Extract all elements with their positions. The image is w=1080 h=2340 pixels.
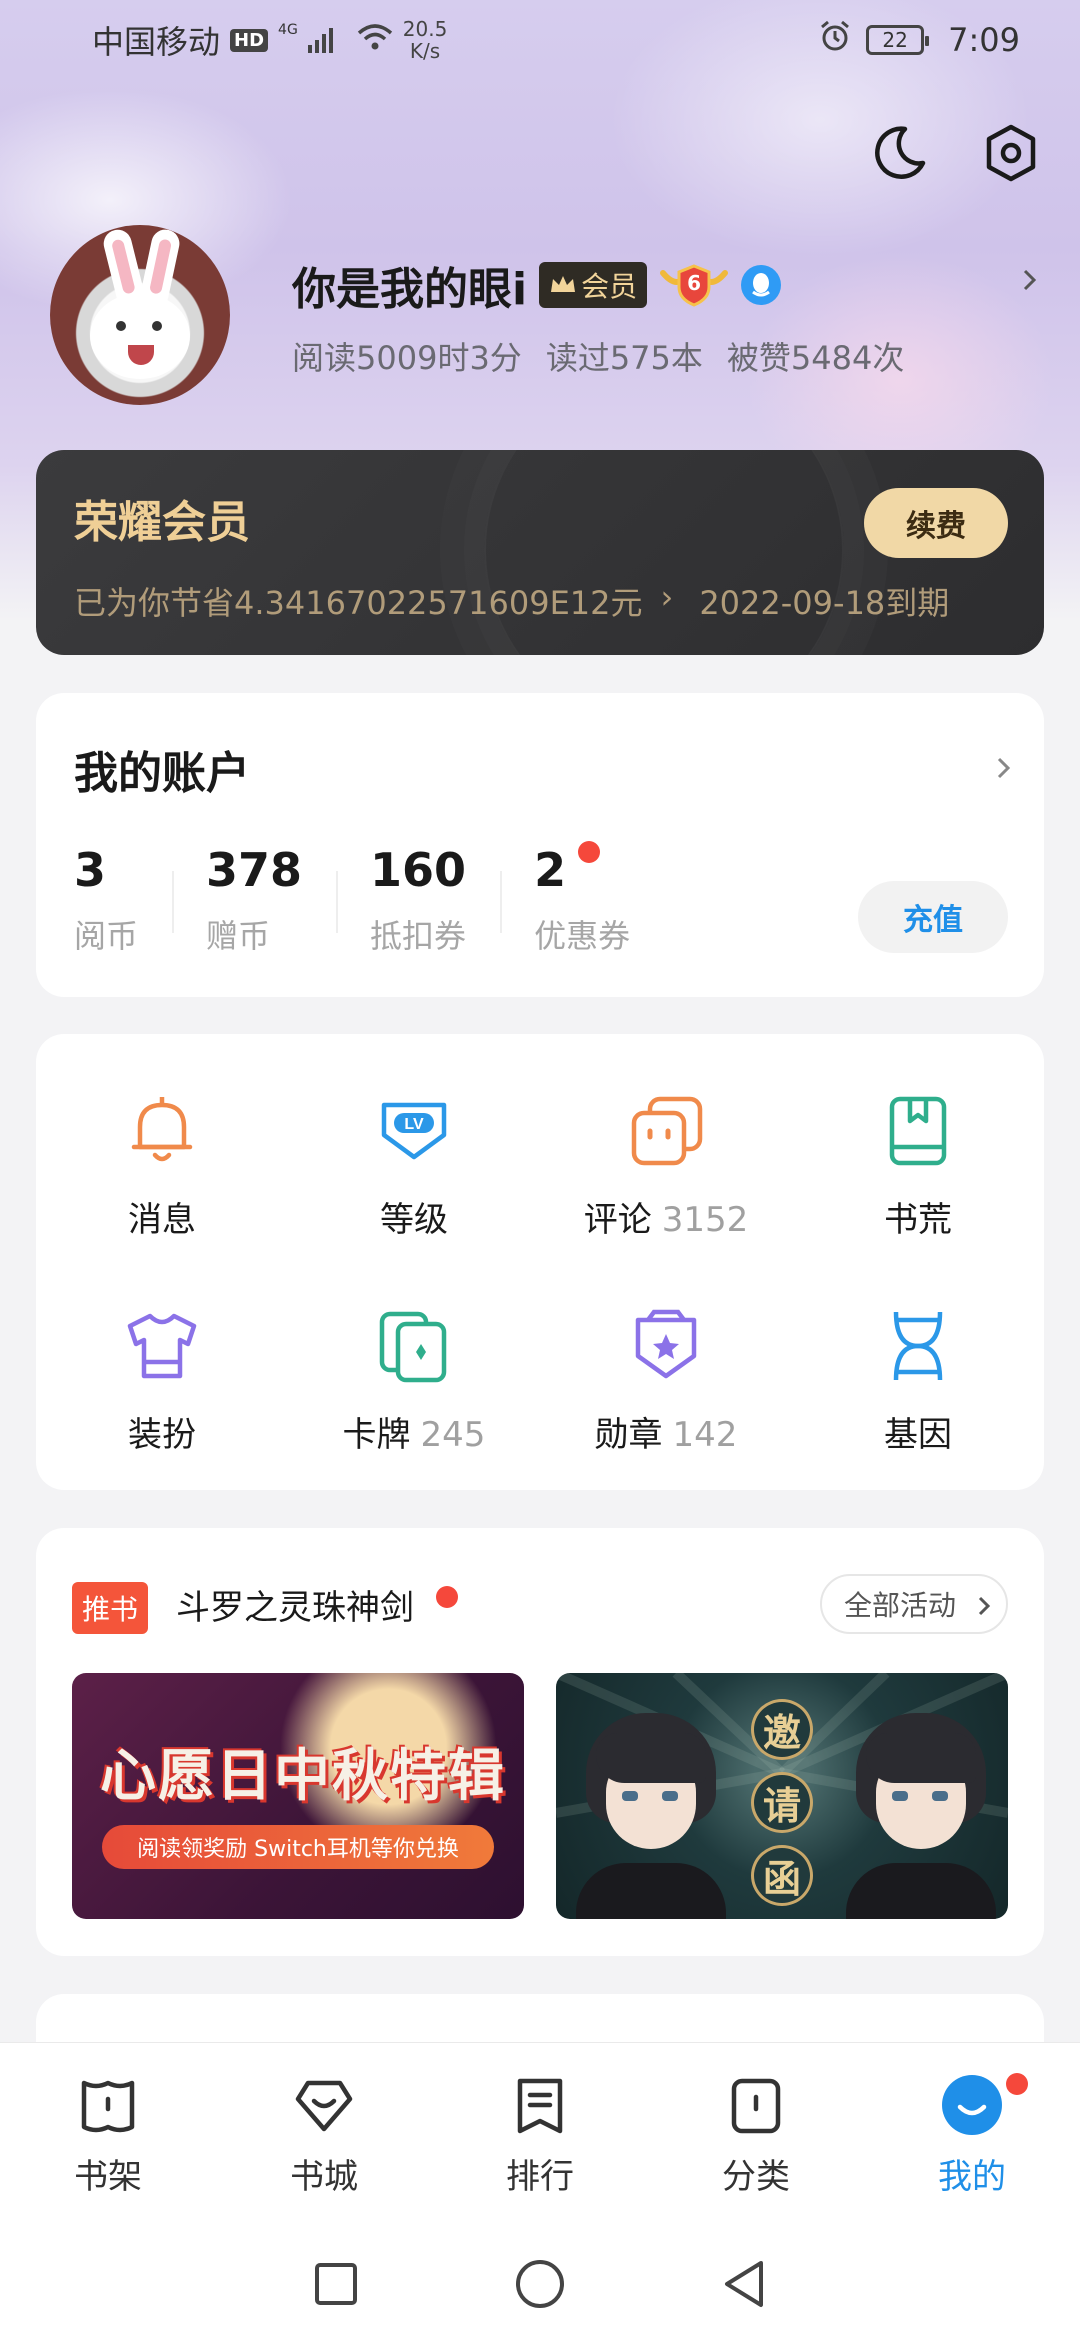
qq-icon bbox=[741, 265, 782, 305]
ranking-icon bbox=[517, 2078, 563, 2134]
stat-coupons[interactable]: 2 优惠券 bbox=[534, 841, 666, 957]
recharge-button[interactable]: 充值 bbox=[858, 881, 1008, 953]
bottom-tab-bar: 书架 书城 排行 分类 我的 bbox=[0, 2042, 1080, 2232]
grid-item-medals[interactable]: 勋章 142 bbox=[540, 1301, 792, 1456]
notification-dot bbox=[436, 1586, 458, 1608]
recommended-book-title[interactable]: 斗罗之灵珠神剑 bbox=[176, 1580, 414, 1629]
vip-arrow: › bbox=[660, 578, 674, 616]
avatar[interactable] bbox=[50, 225, 230, 405]
expire-date: 2022-09-18到期 bbox=[699, 584, 950, 622]
svg-text:LV: LV bbox=[404, 1116, 424, 1133]
vip-savings[interactable]: 已为你节省4.34167022571609E12元 › 2022-09-18到期 bbox=[74, 578, 1014, 624]
account-card: 我的账户 3 阅币 378 赠币 160 抵扣券 2 优惠券 充值 bbox=[36, 693, 1044, 997]
battery-indicator: 22 bbox=[866, 25, 930, 55]
stat-gift-coins[interactable]: 378 赠币 bbox=[206, 843, 339, 957]
notification-dot bbox=[578, 841, 601, 863]
level-badge: 6 bbox=[659, 263, 729, 307]
carrier-label: 中国移动 bbox=[92, 23, 221, 61]
back-button[interactable] bbox=[721, 2259, 767, 2313]
grid-item-level[interactable]: LV 等级 bbox=[288, 1086, 540, 1241]
chevron-right-icon[interactable] bbox=[1020, 265, 1040, 299]
chevron-right-icon[interactable] bbox=[994, 753, 1014, 787]
grid-item-cards[interactable]: 卡牌 245 bbox=[288, 1301, 540, 1456]
features-card: 消息 LV 等级 评论 3152 书荒 装扮 卡牌 245 勋章 142 基因 bbox=[36, 1034, 1044, 1490]
medal-icon bbox=[621, 1301, 711, 1391]
medal-count: 142 bbox=[672, 1415, 738, 1455]
bookshelf-icon bbox=[81, 2080, 135, 2133]
tab-bookshelf[interactable]: 书架 bbox=[0, 2043, 216, 2203]
status-bar: 中国移动 HD 4G 20.5 K/s 22 7:09 bbox=[0, 0, 1080, 80]
level-icon: LV bbox=[369, 1086, 459, 1176]
banner-title: 心愿日中秋特辑 bbox=[100, 1744, 506, 1809]
category-icon bbox=[731, 2078, 781, 2134]
stat-read-coins[interactable]: 3 阅币 bbox=[74, 843, 175, 957]
anime-character bbox=[576, 1713, 726, 1919]
comment-icon bbox=[621, 1086, 711, 1176]
system-navigation-bar bbox=[0, 2232, 1080, 2340]
clock: 7:09 bbox=[948, 21, 1020, 59]
all-activities-button[interactable]: 全部活动 bbox=[819, 1574, 1008, 1634]
night-mode-icon[interactable] bbox=[868, 122, 930, 184]
renew-button[interactable]: 续费 bbox=[864, 488, 1008, 558]
profile-tab-icon bbox=[942, 2075, 1002, 2135]
tab-bookstore[interactable]: 书城 bbox=[216, 2043, 432, 2203]
invitation-text: 邀 请 函 bbox=[742, 1699, 822, 1906]
banner-invitation[interactable]: 邀 请 函 bbox=[556, 1673, 1008, 1919]
vip-title: 荣耀会员 bbox=[74, 497, 250, 548]
anime-character bbox=[846, 1713, 996, 1919]
cards-icon bbox=[369, 1301, 459, 1391]
grid-item-comments[interactable]: 评论 3152 bbox=[540, 1086, 792, 1241]
reading-time: 阅读5009时3分 bbox=[292, 339, 522, 377]
username: 你是我的眼i bbox=[292, 264, 528, 315]
settings-icon[interactable] bbox=[980, 122, 1042, 184]
recommend-tag: 推书 bbox=[72, 1582, 149, 1634]
profile-stats: 阅读5009时3分 读过575本 被赞5484次 bbox=[292, 333, 904, 379]
card-count: 245 bbox=[420, 1415, 486, 1455]
home-button[interactable] bbox=[514, 2258, 566, 2314]
account-title[interactable]: 我的账户 bbox=[74, 737, 250, 801]
grid-item-book-shortage[interactable]: 书荒 bbox=[792, 1086, 1044, 1241]
dna-icon bbox=[873, 1301, 963, 1391]
notification-dot bbox=[1006, 2073, 1028, 2095]
book-icon bbox=[873, 1086, 963, 1176]
network-speed: 20.5 K/s bbox=[402, 17, 448, 63]
grid-item-messages[interactable]: 消息 bbox=[36, 1086, 288, 1241]
chevron-right-icon bbox=[978, 1596, 991, 1616]
tab-category[interactable]: 分类 bbox=[648, 2043, 864, 2203]
vip-card[interactable]: 荣耀会员 续费 已为你节省4.34167022571609E12元 › 2022… bbox=[36, 450, 1044, 655]
shirt-icon bbox=[117, 1301, 207, 1391]
comment-count: 3152 bbox=[661, 1200, 749, 1240]
network-type: 4G bbox=[278, 22, 298, 38]
signal-icon bbox=[307, 27, 333, 53]
profile-section[interactable]: 你是我的眼i 会员 6 阅读5009时3分 读过575本 被赞5484次 bbox=[50, 225, 1040, 405]
banner-subtitle: 阅读领奖励 Switch耳机等你兑换 bbox=[102, 1825, 494, 1869]
recommend-card: 推书 斗罗之灵珠神剑 全部活动 心愿日中秋特辑 阅读领奖励 Switch耳机等你… bbox=[36, 1528, 1044, 1956]
stat-vouchers[interactable]: 160 抵扣券 bbox=[370, 843, 503, 957]
grid-item-genes[interactable]: 基因 bbox=[792, 1301, 1044, 1456]
wifi-icon bbox=[357, 21, 393, 59]
likes-received: 被赞5484次 bbox=[726, 339, 905, 377]
bookstore-icon bbox=[295, 2080, 353, 2132]
vip-badge-label: 会员 bbox=[581, 270, 638, 303]
grid-item-outfits[interactable]: 装扮 bbox=[36, 1301, 288, 1456]
alarm-icon bbox=[818, 19, 852, 61]
banner-mid-autumn[interactable]: 心愿日中秋特辑 阅读领奖励 Switch耳机等你兑换 bbox=[72, 1673, 524, 1919]
recent-apps-button[interactable] bbox=[313, 2261, 359, 2311]
tab-ranking[interactable]: 排行 bbox=[432, 2043, 648, 2203]
vip-badge: 会员 bbox=[539, 262, 648, 308]
bell-icon bbox=[117, 1086, 207, 1176]
crown-icon bbox=[551, 276, 576, 292]
hd-badge: HD bbox=[230, 28, 269, 52]
books-read: 读过575本 bbox=[545, 339, 703, 377]
tab-profile[interactable]: 我的 bbox=[864, 2043, 1080, 2203]
savings-text: 已为你节省4.34167022571609E12元 bbox=[74, 584, 643, 622]
